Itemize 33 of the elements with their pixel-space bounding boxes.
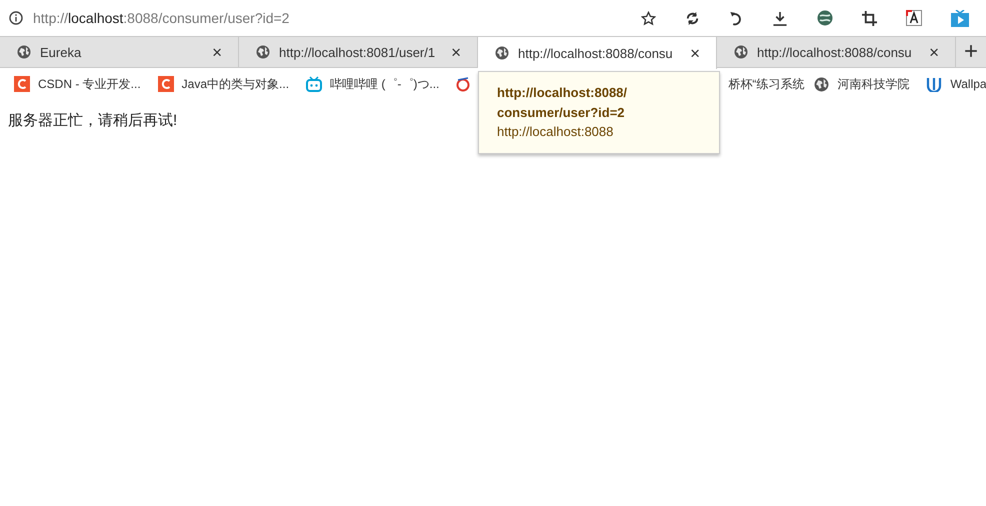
letter-c-icon [14,76,30,92]
globe-icon [495,46,509,60]
tv-icon [306,76,322,92]
tooltip-title: http://localhost:8088/ [497,84,628,102]
globe-icon [256,45,270,59]
translate-icon[interactable] [906,10,922,26]
bookmark-link[interactable]: CSDN - 专业开发... [38,76,141,92]
star-icon[interactable] [641,10,656,26]
close-tab-button[interactable]: × [927,44,941,60]
address-field[interactable]: http://localhost:8088/consumer/user?id=2 [33,10,290,26]
tooltip-title: consumer/user?id=2 [497,104,626,122]
new-tab-button[interactable]: + [956,37,986,67]
download-icon[interactable] [772,10,788,26]
info-icon[interactable] [9,11,23,25]
undo-icon[interactable] [729,10,743,26]
bookmark-link[interactable]: 哔哩哔哩 (゜-゜)つ... [330,76,440,92]
close-tab-button[interactable]: × [449,44,463,60]
bookmark-link[interactable]: Java中的类与对象... [182,76,290,92]
video-icon[interactable] [951,10,969,26]
globe-icon [734,45,748,59]
letter-w-icon [926,76,942,92]
crop-icon[interactable] [862,10,877,26]
globe-icon [17,45,31,59]
bookmark-link[interactable]: 桥杯“练习系统 [728,76,804,92]
browser-tab[interactable]: http://localhost:8088/consu × [478,37,717,69]
letter-c-icon [158,76,174,92]
error-message: 服务器正忙，请稍后再试! [8,111,178,130]
close-tab-button[interactable]: × [210,44,224,60]
tab-tooltip: http://localhost:8088/ consumer/user?id=2 http://localhost:8088 [478,71,720,154]
bookmark-link[interactable]: 河南科技学院 [837,76,910,92]
close-tab-button[interactable]: × [688,44,702,62]
refresh-icon[interactable] [685,10,700,26]
globe-icon [814,76,830,92]
